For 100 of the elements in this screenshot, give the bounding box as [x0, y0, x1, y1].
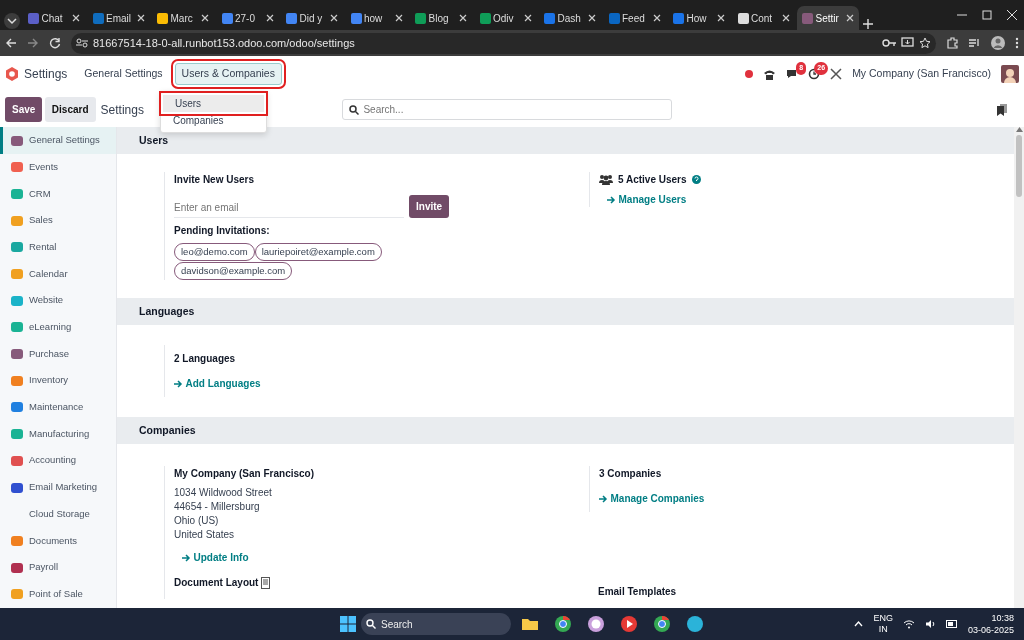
link[interactable]: Manage Users: [607, 192, 873, 207]
close-icon[interactable]: [330, 14, 338, 22]
sidebar-item[interactable]: Email Marketing: [0, 473, 116, 501]
discard-button[interactable]: Discard: [44, 97, 96, 122]
clock[interactable]: 10:38 03-06-2025: [967, 612, 1014, 636]
browser-tab[interactable]: how: [345, 6, 408, 30]
browser-tab[interactable]: Chat: [23, 6, 85, 30]
start-icon[interactable]: [340, 616, 356, 632]
back-icon[interactable]: [5, 37, 17, 49]
wifi-icon[interactable]: [902, 619, 915, 629]
arrow-icon: [182, 553, 191, 562]
tab-list-icon[interactable]: [2, 12, 21, 30]
app-icon: [10, 347, 24, 362]
battery-icon[interactable]: [945, 620, 958, 628]
key-icon[interactable]: [882, 38, 896, 48]
browser-tab[interactable]: Dash: [539, 6, 601, 30]
app-icon: [10, 587, 24, 602]
extensions-icon[interactable]: [946, 37, 958, 49]
help-icon[interactable]: [691, 175, 701, 184]
close-icon[interactable]: [588, 14, 596, 22]
browser-tab[interactable]: Odiv: [474, 6, 537, 30]
clock-icon[interactable]: [808, 68, 821, 80]
chrome-icon[interactable]: [653, 615, 671, 633]
close-icon[interactable]: [781, 14, 790, 22]
close-icon[interactable]: [523, 14, 532, 22]
chrome-icon[interactable]: [554, 615, 572, 633]
scrollbar[interactable]: [1014, 127, 1024, 608]
browser-tab[interactable]: Feed: [603, 6, 666, 30]
close-icon[interactable]: [652, 14, 661, 22]
sidebar-item[interactable]: Cloud Storage: [0, 500, 116, 528]
sidebar-item[interactable]: CRM: [0, 180, 116, 208]
sidebar-item[interactable]: General Settings: [0, 127, 116, 154]
field-label: Document Layout: [174, 576, 259, 590]
user-avatar-icon[interactable]: [1001, 65, 1019, 83]
save-button[interactable]: Save: [5, 97, 43, 122]
invite-button[interactable]: Invite: [409, 194, 450, 218]
sidebar-item[interactable]: Website: [0, 287, 116, 314]
media-icon[interactable]: [968, 37, 981, 49]
sidebar-item[interactable]: eLearning: [0, 313, 116, 341]
language-indicator[interactable]: ENG IN: [873, 613, 893, 635]
close-icon[interactable]: [201, 14, 209, 22]
search-icon: [366, 619, 376, 629]
sidebar-item[interactable]: Purchase: [0, 340, 116, 368]
app-icon: [10, 373, 24, 388]
bookmark-icon[interactable]: [997, 103, 1007, 116]
scrollbar-thumb[interactable]: [1016, 134, 1022, 197]
menu-item[interactable]: General Settings: [77, 63, 170, 85]
browser-tab[interactable]: Blog: [410, 6, 472, 30]
browser-tab[interactable]: Cont: [732, 6, 795, 30]
sidebar-item[interactable]: Rental: [0, 233, 116, 261]
sidebar-item[interactable]: Documents: [0, 527, 116, 554]
sidebar-item[interactable]: Events: [0, 153, 116, 181]
new-tab-icon[interactable]: [861, 18, 874, 30]
browser-tab[interactable]: Marc: [152, 6, 214, 30]
app-icon: [10, 133, 24, 148]
more-icon[interactable]: [1015, 37, 1019, 49]
link[interactable]: Update Info: [182, 550, 589, 565]
browser-tab[interactable]: Did y: [281, 6, 343, 30]
sidebar-item[interactable]: Calendar: [0, 260, 116, 288]
close-icon[interactable]: [72, 14, 80, 22]
dropdown-item[interactable]: Companies: [161, 112, 266, 129]
close-icon[interactable]: [459, 14, 467, 22]
restore-icon[interactable]: [981, 10, 992, 20]
reload-icon[interactable]: [49, 37, 61, 49]
sidebar-item[interactable]: Inventory: [0, 367, 116, 394]
site-settings-icon: [76, 38, 88, 48]
chat-icon[interactable]: [786, 68, 799, 80]
sidebar-item[interactable]: Sales: [0, 207, 116, 234]
link[interactable]: Manage Companies: [599, 491, 873, 506]
bookmark-star-icon[interactable]: [919, 37, 931, 49]
sidebar-item[interactable]: Point of Sale: [0, 580, 116, 608]
play-icon[interactable]: [620, 615, 638, 633]
link[interactable]: Add Languages: [174, 376, 589, 391]
sidebar-item[interactable]: Accounting: [0, 447, 116, 474]
taskbar-search[interactable]: Search: [361, 613, 511, 635]
volume-icon[interactable]: [924, 619, 936, 629]
browser-tab[interactable]: How: [668, 6, 730, 30]
close-icon[interactable]: [394, 14, 403, 22]
search-field[interactable]: Search...: [342, 99, 673, 120]
close-icon[interactable]: [1006, 10, 1017, 20]
profile-avatar-icon[interactable]: [991, 36, 1005, 50]
close-icon[interactable]: [846, 14, 854, 22]
sidebar-item[interactable]: Manufacturing: [0, 420, 116, 448]
ring-icon[interactable]: [587, 615, 605, 633]
company-switcher[interactable]: My Company (San Francisco): [852, 66, 991, 82]
browser-tab[interactable]: Email: [87, 6, 150, 30]
close-icon[interactable]: [136, 14, 145, 22]
chevron-up-icon[interactable]: [854, 621, 864, 627]
sidebar-item[interactable]: Payroll: [0, 554, 116, 581]
close-icon[interactable]: [265, 14, 274, 22]
app-icon: [10, 213, 24, 228]
browser-tab[interactable]: Settir: [797, 6, 859, 30]
browser-tab[interactable]: 27-0: [216, 6, 279, 30]
sidebar-item[interactable]: Maintenance: [0, 393, 116, 421]
phone-icon[interactable]: [763, 68, 777, 80]
address-bar[interactable]: 81667514-18-0-all.runbot153.odoo.com/odoo/settings: [71, 32, 936, 54]
forward-icon[interactable]: [27, 37, 39, 49]
install-icon[interactable]: [901, 37, 914, 49]
app-icon[interactable]: [686, 615, 704, 633]
close-icon[interactable]: [717, 14, 725, 22]
